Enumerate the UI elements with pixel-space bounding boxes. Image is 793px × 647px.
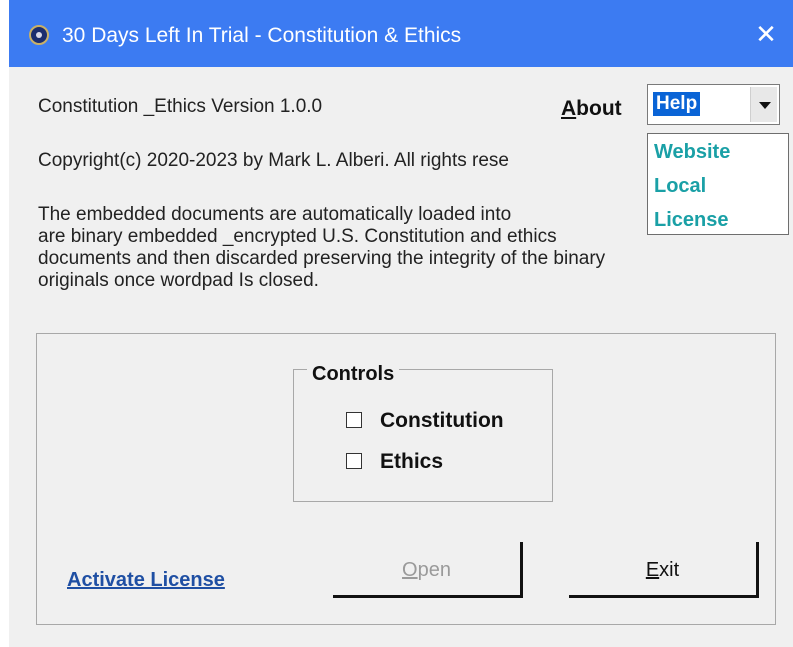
open-button[interactable]: Open: [333, 542, 523, 598]
seal-icon: [29, 25, 49, 45]
dropdown-option-website[interactable]: Website: [654, 140, 730, 164]
activate-license-link[interactable]: Activate License: [67, 569, 225, 592]
close-button[interactable]: ✕: [751, 20, 781, 50]
constitution-checkbox[interactable]: [346, 412, 362, 428]
open-button-mnemonic: O: [402, 559, 418, 581]
dropdown-option-license[interactable]: License: [654, 208, 728, 232]
dropdown-option-local[interactable]: Local: [654, 174, 706, 198]
app-window: 30 Days Left In Trial - Constitution & E…: [9, 0, 793, 647]
exit-button-label: xit: [659, 559, 680, 581]
description-line: originals once wordpad Is closed.: [38, 270, 319, 291]
exit-button[interactable]: Exit: [569, 542, 759, 598]
about-label: About: [561, 97, 622, 121]
controls-group: [293, 369, 553, 502]
constitution-checkbox-label[interactable]: Constitution: [380, 409, 504, 433]
version-text: Constitution _Ethics Version 1.0.0: [38, 96, 323, 117]
about-label-mnemonic: A: [561, 97, 577, 120]
controls-group-title: Controls: [307, 363, 400, 386]
window-title: 30 Days Left In Trial - Constitution & E…: [62, 24, 462, 47]
exit-button-mnemonic: E: [645, 559, 660, 581]
open-button-label: pen: [417, 559, 451, 581]
about-select-value: Help: [653, 92, 701, 116]
ethics-checkbox-label[interactable]: Ethics: [380, 450, 443, 474]
about-label-rest: bout: [576, 97, 622, 120]
about-dropdown-list: Website Local License: [647, 133, 789, 235]
description-line: documents and then discarded preserving …: [38, 248, 606, 269]
chevron-down-icon[interactable]: [750, 87, 777, 122]
about-select[interactable]: Help: [647, 84, 780, 125]
title-bar[interactable]: 30 Days Left In Trial - Constitution & E…: [9, 0, 793, 67]
ethics-checkbox[interactable]: [346, 453, 362, 469]
copyright-text: Copyright(c) 2020-2023 by Mark L. Alberi…: [38, 150, 509, 171]
